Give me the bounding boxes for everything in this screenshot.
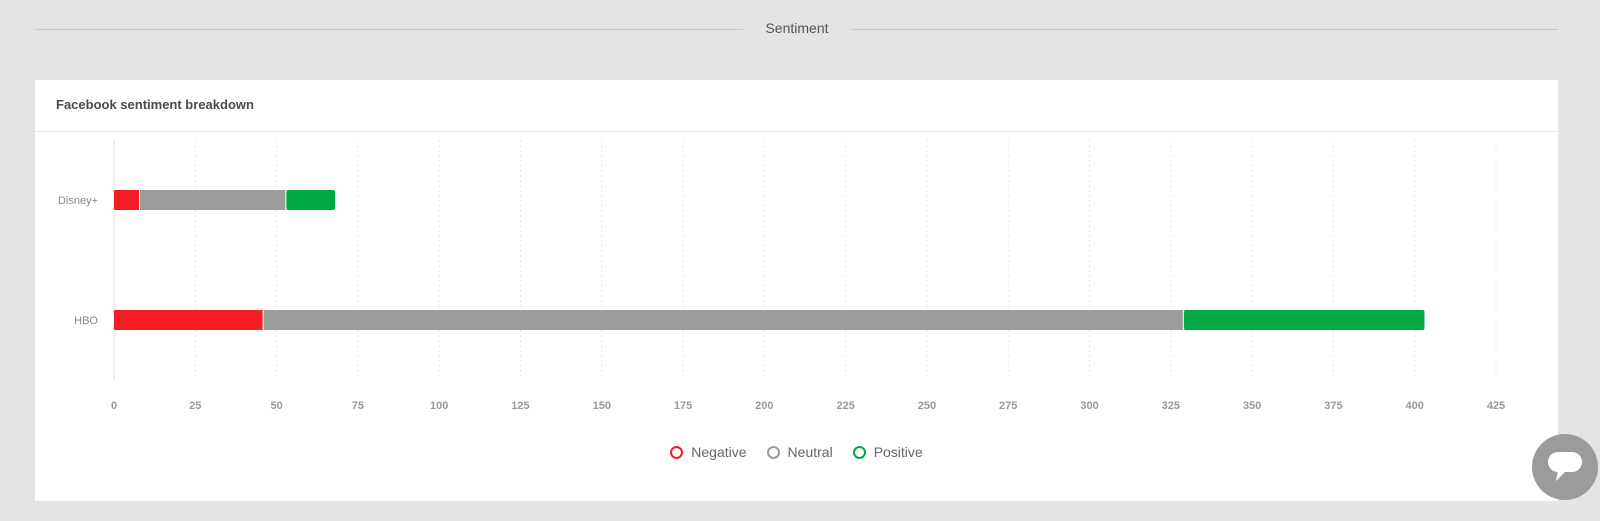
legend-item-positive[interactable]: Positive [852,444,923,460]
bar-segment-neutral [263,310,1183,330]
section-title: Sentiment [765,20,829,36]
x-tick-label: 325 [1162,400,1180,412]
x-tick-label: 375 [1324,400,1342,412]
legend-label: Neutral [787,444,833,460]
x-tick-label: 75 [352,400,364,412]
bar-segment-negative [114,310,263,330]
x-tick-label: 175 [674,400,692,412]
x-tick-label: 100 [430,400,448,412]
chat-button[interactable] [1532,434,1598,500]
bar-segment-positive [1183,310,1425,330]
divider-right [851,29,1558,30]
bar-segment-positive [286,190,336,210]
x-tick-label: 400 [1406,400,1424,412]
x-tick-label: 300 [1080,400,1098,412]
bar-segment-negative [114,190,140,210]
x-tick-label: 150 [593,400,611,412]
bar-segment-neutral [140,190,286,210]
y-category-label: Disney+ [58,195,98,207]
x-tick-label: 425 [1487,400,1505,412]
x-tick-label: 225 [836,400,854,412]
x-tick-label: 50 [270,400,282,412]
x-tick-label: 200 [755,400,773,412]
chart-card: Facebook sentiment breakdown 0 25 50 75 100 1… [35,80,1558,501]
legend-marker-icon [852,445,866,459]
section-header: Sentiment [35,16,1558,42]
legend-label: Positive [873,444,923,460]
sentiment-bar-chart: 0 25 50 75 100 125 150 175 200 225 250 275 300 325 350… [58,140,1505,412]
y-category-label: HBO [74,315,98,327]
x-tick-label: 275 [999,400,1017,412]
x-tick-label: 25 [189,400,201,412]
x-tick-label: 250 [918,400,936,412]
legend-marker-icon [670,445,684,459]
x-tick-label: 350 [1243,400,1261,412]
x-tick-label: 125 [511,400,529,412]
legend-marker-icon [766,445,780,459]
legend-item-negative[interactable]: Negative [670,444,747,460]
legend-item-neutral[interactable]: Neutral [766,444,833,460]
legend-label: Negative [691,444,747,460]
chat-bubble-icon [1548,452,1582,481]
chart-legend: Negative Neutral Positive [35,444,1558,460]
x-tick-label: 0 [111,400,117,412]
divider-left [35,29,743,30]
